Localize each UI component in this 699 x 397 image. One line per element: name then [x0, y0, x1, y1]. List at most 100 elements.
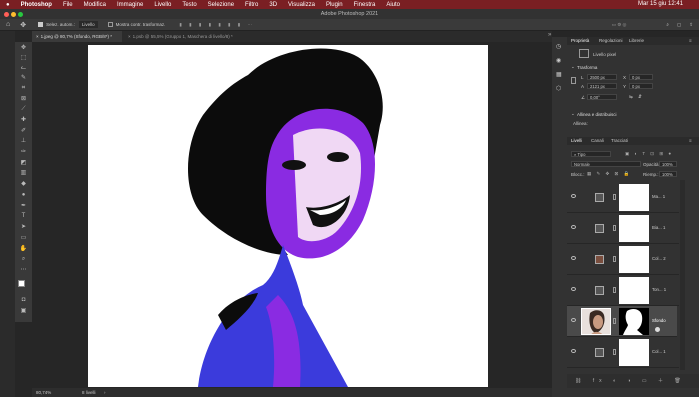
blend-mode-dropdown[interactable]: Normale	[571, 161, 641, 167]
3d-mode-icons[interactable]: ▭ ⚙ ◎	[612, 22, 627, 28]
x-field[interactable]: 0 px	[629, 74, 653, 80]
layers-scrollbar[interactable]	[680, 180, 685, 370]
menu-visualizza[interactable]: Visualizza	[288, 2, 315, 8]
layer-name[interactable]: Col... 2	[652, 256, 666, 261]
menu-app[interactable]: Photoshop	[21, 2, 52, 8]
path-select-tool-icon[interactable]: ➤	[19, 224, 28, 231]
layer-row[interactable]: Col... 1	[567, 337, 679, 368]
chevron-down-icon[interactable]: ⌄	[571, 64, 575, 70]
history-brush-tool-icon[interactable]: ✑	[19, 149, 28, 156]
tab-tracciati[interactable]: Tracciati	[611, 137, 628, 145]
marquee-tool-icon[interactable]: ⬚	[19, 55, 28, 62]
visibility-eye-icon[interactable]	[571, 194, 576, 198]
autoselect-checkbox[interactable]	[38, 22, 44, 27]
share-icon[interactable]: ⇪	[689, 22, 693, 28]
dodge-tool-icon[interactable]: ●	[19, 192, 28, 199]
panel-menu-icon[interactable]: ≡	[689, 37, 692, 45]
height-field[interactable]: 2121 px	[587, 83, 617, 89]
chevron-right-icon[interactable]: ›	[104, 388, 106, 397]
pen-tool-icon[interactable]: ✒	[19, 203, 28, 210]
layer-mask-thumbnail[interactable]	[619, 246, 649, 273]
menu-livello[interactable]: Livello	[154, 2, 171, 8]
move-tool-icon[interactable]: ✥	[19, 45, 28, 52]
gradient-tool-icon[interactable]: ▥	[19, 170, 28, 177]
flip-icons[interactable]: ⇋ ⇵	[629, 94, 644, 100]
fill-field[interactable]: 100%	[659, 171, 677, 177]
move-tool-icon[interactable]: ✥	[20, 21, 26, 29]
search-icon[interactable]: ⌕	[666, 22, 669, 27]
zoom-level[interactable]: 80,74%	[36, 388, 51, 397]
cube-icon[interactable]: ⬡	[556, 85, 561, 92]
zoom-tool-icon[interactable]: ⌕	[19, 256, 28, 263]
menu-modifica[interactable]: Modifica	[84, 2, 106, 8]
align-icons[interactable]: ▮ ▮ ▮ ▮ ▮ ▮ ▮ ⋯	[179, 22, 255, 28]
tab-1-jpeg[interactable]: × 1.jpeg @ 80,7% (Sfondo, RGB/8*) *	[32, 31, 122, 42]
frame-tool-icon[interactable]: ⊠	[19, 96, 28, 103]
visibility-eye-icon[interactable]	[571, 225, 576, 229]
screen-mode-icon[interactable]: ▣	[19, 308, 28, 315]
healing-brush-tool-icon[interactable]: ✚	[19, 117, 28, 124]
tabs-overflow-icon[interactable]: »	[548, 32, 551, 38]
menu-testo[interactable]: Testo	[182, 2, 196, 8]
filter-icons[interactable]: ▣ ◐ T ⊡ ⊞ ●	[625, 151, 673, 157]
link-icon[interactable]	[571, 77, 576, 84]
brush-tool-icon[interactable]: ✐	[19, 128, 28, 135]
angle-field[interactable]: 0,00°	[587, 94, 617, 100]
layer-name[interactable]: Ton... 1	[652, 287, 666, 292]
quick-select-tool-icon[interactable]: ✎	[19, 75, 28, 82]
kind-filter-dropdown[interactable]: ⌕ Tipo	[571, 151, 611, 157]
blur-tool-icon[interactable]: ◆	[19, 181, 28, 188]
close-window-icon[interactable]	[4, 12, 9, 17]
menu-aiuto[interactable]: Aiuto	[386, 2, 400, 8]
layer-row[interactable]: Bia... 1	[567, 213, 679, 244]
crop-tool-icon[interactable]: ⌗	[19, 85, 28, 92]
close-tab-icon[interactable]: ×	[36, 34, 39, 39]
hand-tool-icon[interactable]: ✋	[19, 246, 28, 253]
lasso-tool-icon[interactable]: ᓚ	[19, 65, 28, 72]
home-icon[interactable]: ⌂	[6, 21, 10, 28]
close-tab-icon[interactable]: ×	[128, 34, 131, 39]
panel-menu-icon[interactable]: ≡	[689, 137, 692, 145]
chevron-down-icon[interactable]: ⌄	[571, 111, 575, 117]
transform-checkbox[interactable]	[107, 22, 113, 27]
layer-row-selected[interactable]: Sfondo	[567, 306, 677, 337]
visibility-eye-icon[interactable]	[571, 287, 576, 291]
maximize-window-icon[interactable]	[18, 12, 23, 17]
menu-selezione[interactable]: Selezione	[208, 2, 234, 8]
eraser-tool-icon[interactable]: ◩	[19, 160, 28, 167]
history-icon[interactable]: ◷	[556, 43, 561, 50]
y-field[interactable]: 0 px	[629, 83, 653, 89]
layer-name[interactable]: Sfondo	[652, 318, 666, 323]
tab-canali[interactable]: Canali	[591, 137, 604, 145]
layer-mask-thumbnail[interactable]	[619, 339, 649, 366]
tab-librerie[interactable]: Librerie	[629, 37, 644, 45]
workspace-icon[interactable]: ▢	[677, 22, 681, 28]
tab-regolazioni[interactable]: Regolazioni	[599, 37, 623, 45]
layer-name[interactable]: Ma... 1	[652, 194, 665, 199]
layer-mask-thumbnail[interactable]	[619, 215, 649, 242]
quick-mask-icon[interactable]: ◘	[19, 297, 28, 304]
visibility-eye-icon[interactable]	[571, 349, 576, 353]
layer-mask-thumbnail[interactable]	[619, 277, 649, 304]
menu-plugin[interactable]: Plugin	[326, 2, 343, 8]
menu-file[interactable]: File	[63, 2, 73, 8]
swatches-icon[interactable]: ▦	[556, 71, 562, 78]
tab-1-psb[interactable]: × 1.psb @ 55,5% (Gruppo 1, Maschera di li…	[124, 31, 284, 42]
opacity-field[interactable]: 100%	[659, 161, 677, 167]
menu-finestra[interactable]: Finestra	[354, 2, 376, 8]
photo-thumbnail[interactable]	[581, 308, 611, 335]
layer-row[interactable]: Ton... 1	[567, 275, 679, 306]
layer-dropdown[interactable]: Livello	[78, 21, 98, 28]
tab-proprieta[interactable]: Proprietà	[571, 37, 589, 45]
visibility-eye-icon[interactable]	[571, 256, 576, 260]
type-tool-icon[interactable]: T	[19, 213, 28, 220]
layer-mask-thumbnail[interactable]	[619, 308, 649, 335]
foreground-color-swatch[interactable]	[18, 280, 25, 287]
more-tools-icon[interactable]: ⋯	[19, 267, 28, 274]
layer-action-icons[interactable]: ⛓ fx ◐ ◑ ▭ ＋ 🗑	[575, 377, 686, 384]
layer-name[interactable]: Bia... 1	[652, 225, 665, 230]
color-icon[interactable]: ◉	[556, 57, 561, 64]
eyedropper-tool-icon[interactable]: ⟋	[19, 106, 28, 113]
width-field[interactable]: 2500 px	[587, 74, 617, 80]
apple-icon[interactable]: ●	[6, 2, 10, 8]
